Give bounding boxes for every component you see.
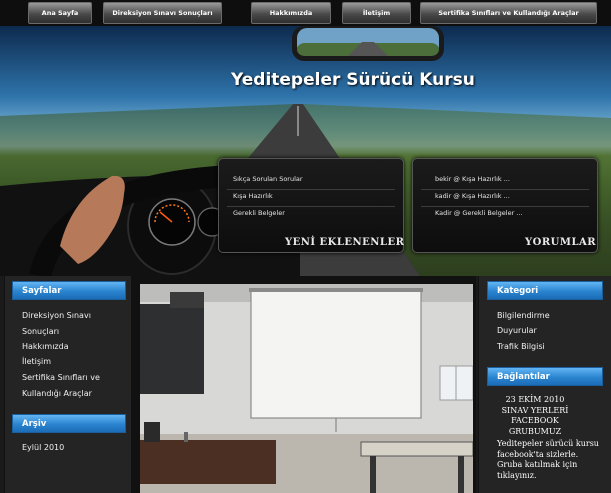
- comment-link[interactable]: bekir @ Kışa Hazırlık ...: [435, 175, 510, 183]
- pages-heading: Sayfalar: [12, 281, 126, 300]
- new-item-link[interactable]: Kışa Hazırlık: [233, 192, 273, 200]
- right-sidebar: Kategori Bilgilendirme Duyurular Trafik …: [478, 276, 611, 493]
- category-link[interactable]: Bilgilendirme: [497, 308, 550, 324]
- category-heading: Kategori: [487, 281, 603, 300]
- divider: [421, 206, 589, 207]
- nav-about[interactable]: Hakkımızda: [251, 2, 331, 24]
- comments-panel: bekir @ Kışa Hazırlık ... kadir @ Kışa H…: [412, 158, 598, 253]
- main-content: [131, 276, 476, 493]
- top-navigation: Ana Sayfa Direksiyon Sınavı Sonuçları Ha…: [0, 0, 611, 26]
- comments-heading: YORUMLAR: [525, 237, 597, 248]
- category-link[interactable]: Trafik Bilgisi: [497, 339, 545, 355]
- sidebar-page-link[interactable]: İletişim: [22, 354, 124, 370]
- site-title: Yeditepeler Sürücü Kursu: [231, 70, 475, 90]
- hero-banner: Yeditepeler Sürücü Kursu Sıkça Sorulan S…: [0, 26, 611, 276]
- links-heading: Bağlantılar: [487, 367, 603, 386]
- left-sidebar: Sayfalar Direksiyon Sınavı Sonuçları Hak…: [4, 276, 131, 493]
- category-link[interactable]: Duyurular: [497, 323, 537, 339]
- new-items-heading: YENİ EKLENENLER: [285, 237, 405, 248]
- comment-link[interactable]: kadir @ Kışa Hazırlık ...: [435, 192, 510, 200]
- nav-contact[interactable]: İletişim: [342, 2, 411, 24]
- facebook-group-description: Yeditepeler sürücü kursu facebook'ta siz…: [497, 439, 599, 480]
- sidebar-page-link[interactable]: Sertifika Sınıfları ve Kullandığı Araçla…: [22, 370, 122, 401]
- archive-link[interactable]: Eylül 2010: [22, 440, 124, 456]
- new-items-panel: Sıkça Sorulan Sorular Kışa Hazırlık Gere…: [218, 158, 404, 253]
- sidebar-page-link[interactable]: Direksiyon Sınavı Sonuçları: [22, 308, 124, 339]
- sidebar-page-link[interactable]: Hakkımızda: [22, 339, 124, 355]
- nav-certificate-classes[interactable]: Sertifika Sınıfları ve Kullandığı Araçla…: [420, 2, 597, 24]
- archive-heading: Arşiv: [12, 414, 126, 433]
- divider: [421, 189, 589, 190]
- facebook-group-link[interactable]: 23 EKİM 2010 SINAV YERLERİ FACEBOOK GRUB…: [497, 395, 573, 437]
- nav-home[interactable]: Ana Sayfa: [28, 2, 92, 24]
- new-item-link[interactable]: Gerekli Belgeler: [233, 209, 285, 217]
- divider: [227, 206, 395, 207]
- nav-exam-results[interactable]: Direksiyon Sınavı Sonuçları: [103, 2, 222, 24]
- divider: [227, 189, 395, 190]
- new-item-link[interactable]: Sıkça Sorulan Sorular: [233, 175, 303, 183]
- classroom-image: [140, 284, 473, 493]
- comment-link[interactable]: Kadir @ Gerekli Belgeler ...: [435, 209, 523, 217]
